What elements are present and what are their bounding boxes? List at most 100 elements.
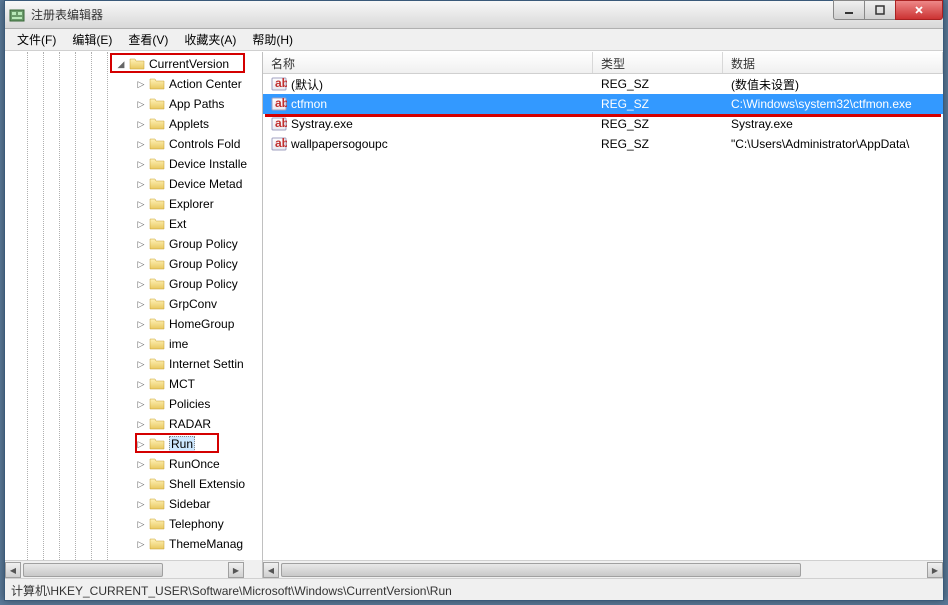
expander-icon[interactable]: ▷	[135, 538, 147, 550]
tree-label: Group Policy	[169, 277, 238, 291]
expander-icon[interactable]: ▷	[135, 98, 147, 110]
expander-icon[interactable]: ▷	[135, 338, 147, 350]
scroll-thumb[interactable]	[281, 563, 801, 577]
expander-icon[interactable]: ▷	[135, 238, 147, 250]
expander-icon[interactable]: ▷	[135, 438, 147, 450]
tree-node[interactable]: ▷Internet Settin	[5, 354, 262, 374]
expander-icon[interactable]: ▷	[135, 158, 147, 170]
folder-icon	[149, 237, 165, 251]
list-row[interactable]: abSystray.exeREG_SZSystray.exe	[263, 114, 943, 134]
expander-icon[interactable]: ▷	[135, 358, 147, 370]
menu-help[interactable]: 帮助(H)	[244, 29, 301, 50]
close-button[interactable]	[895, 0, 943, 20]
titlebar[interactable]: 注册表编辑器	[5, 1, 943, 29]
tree-node[interactable]: ▷App Paths	[5, 94, 262, 114]
folder-icon	[149, 157, 165, 171]
folder-icon	[149, 277, 165, 291]
tree-label: Group Policy	[169, 237, 238, 251]
expander-icon[interactable]: ▷	[135, 278, 147, 290]
list-row[interactable]: ab(默认)REG_SZ(数值未设置)	[263, 74, 943, 94]
svg-text:ab: ab	[275, 136, 287, 150]
menu-view[interactable]: 查看(V)	[120, 29, 176, 50]
list-header: 名称 类型 数据	[263, 52, 943, 74]
tree-node[interactable]: ▷ Shell Extensio	[5, 474, 262, 494]
tree-label: Shell Extensio	[169, 477, 245, 491]
expander-icon[interactable]: ▷	[135, 318, 147, 330]
maximize-button[interactable]	[864, 0, 896, 20]
tree-node[interactable]: ▷Ext	[5, 214, 262, 234]
tree-node-currentversion[interactable]: ◢ CurrentVersion	[5, 54, 262, 74]
tree-node[interactable]: ▷Explorer	[5, 194, 262, 214]
scroll-right-button[interactable]: ▶	[228, 562, 244, 578]
expander-icon[interactable]: ▷	[135, 78, 147, 90]
scroll-left-button[interactable]: ◀	[5, 562, 21, 578]
expander-icon[interactable]: ▷	[135, 418, 147, 430]
list-row[interactable]: abctfmonREG_SZC:\Windows\system32\ctfmon…	[263, 94, 943, 114]
tree-node[interactable]: ▷Action Center	[5, 74, 262, 94]
expander-icon[interactable]: ▷	[135, 138, 147, 150]
menu-edit[interactable]: 编辑(E)	[64, 29, 120, 50]
expander-icon[interactable]: ▷	[135, 118, 147, 130]
expander-icon[interactable]: ▷	[135, 178, 147, 190]
tree-node[interactable]: ▷Device Installe	[5, 154, 262, 174]
expander-icon[interactable]: ▷	[135, 198, 147, 210]
tree-node[interactable]: ▷ Controls Fold	[5, 134, 262, 154]
folder-icon	[149, 137, 165, 151]
tree-pane[interactable]: ◢ CurrentVersion ▷Action Center▷App Path…	[5, 52, 263, 578]
tree-node[interactable]: ▷ RunOnce	[5, 454, 262, 474]
tree-label: RunOnce	[169, 457, 220, 471]
tree-node[interactable]: ▷Applets	[5, 114, 262, 134]
tree-node[interactable]: ▷Device Metad	[5, 174, 262, 194]
tree-label: Policies	[169, 397, 210, 411]
tree-label: ThemeManag	[169, 537, 243, 551]
value-data: C:\Windows\system32\ctfmon.exe	[723, 97, 943, 111]
scroll-thumb[interactable]	[23, 563, 163, 577]
tree-node[interactable]: ▷Telephony	[5, 514, 262, 534]
list-pane[interactable]: 名称 类型 数据 ab(默认)REG_SZ(数值未设置)abctfmonREG_…	[263, 52, 943, 578]
regedit-icon	[9, 7, 25, 23]
tree-node[interactable]: ▷HomeGroup	[5, 314, 262, 334]
expander-icon[interactable]: ▷	[135, 218, 147, 230]
string-value-icon: ab	[271, 96, 287, 112]
list-row[interactable]: abwallpapersogoupcREG_SZ"C:\Users\Admini…	[263, 134, 943, 154]
scroll-left-button[interactable]: ◀	[263, 562, 279, 578]
value-type: REG_SZ	[593, 137, 723, 151]
folder-icon	[149, 457, 165, 471]
tree-node[interactable]: ▷ Group Policy	[5, 234, 262, 254]
column-name[interactable]: 名称	[263, 52, 593, 73]
registry-editor-window: 注册表编辑器 文件(F) 编辑(E) 查看(V) 收藏夹(A) 帮助(H)	[4, 0, 944, 601]
tree-node[interactable]: ▷ Policies	[5, 394, 262, 414]
value-type: REG_SZ	[593, 97, 723, 111]
tree-node[interactable]: ▷ime	[5, 334, 262, 354]
tree-node[interactable]: ▷ ThemeManag	[5, 534, 262, 554]
scroll-right-button[interactable]: ▶	[927, 562, 943, 578]
column-type[interactable]: 类型	[593, 52, 723, 73]
expander-icon[interactable]: ▷	[135, 378, 147, 390]
folder-icon	[149, 477, 165, 491]
tree-node[interactable]: ▷GrpConv	[5, 294, 262, 314]
tree-node[interactable]: ▷Group Policy	[5, 254, 262, 274]
list-horizontal-scrollbar[interactable]: ◀ ▶	[263, 560, 943, 578]
expander-icon[interactable]: ▷	[135, 398, 147, 410]
tree-node[interactable]: ▷RADAR	[5, 414, 262, 434]
expander-icon[interactable]: ▷	[135, 518, 147, 530]
menu-file[interactable]: 文件(F)	[9, 29, 64, 50]
minimize-button[interactable]	[833, 0, 865, 20]
expander-icon[interactable]: ▷	[135, 478, 147, 490]
folder-icon	[149, 537, 165, 551]
svg-text:ab: ab	[275, 76, 287, 90]
expander-icon[interactable]: ▷	[135, 458, 147, 470]
tree-label: Controls Fold	[169, 137, 240, 151]
tree-node[interactable]: ▷Run	[5, 434, 262, 454]
expander-icon[interactable]: ◢	[115, 58, 127, 70]
tree-node[interactable]: ▷ Group Policy	[5, 274, 262, 294]
tree-horizontal-scrollbar[interactable]: ◀ ▶	[5, 560, 244, 578]
column-data[interactable]: 数据	[723, 52, 943, 73]
tree-node[interactable]: ▷Sidebar	[5, 494, 262, 514]
expander-icon[interactable]: ▷	[135, 298, 147, 310]
expander-icon[interactable]: ▷	[135, 258, 147, 270]
expander-icon[interactable]: ▷	[135, 498, 147, 510]
menu-favorites[interactable]: 收藏夹(A)	[176, 29, 244, 50]
value-data: "C:\Users\Administrator\AppData\	[723, 137, 943, 151]
tree-node[interactable]: ▷MCT	[5, 374, 262, 394]
